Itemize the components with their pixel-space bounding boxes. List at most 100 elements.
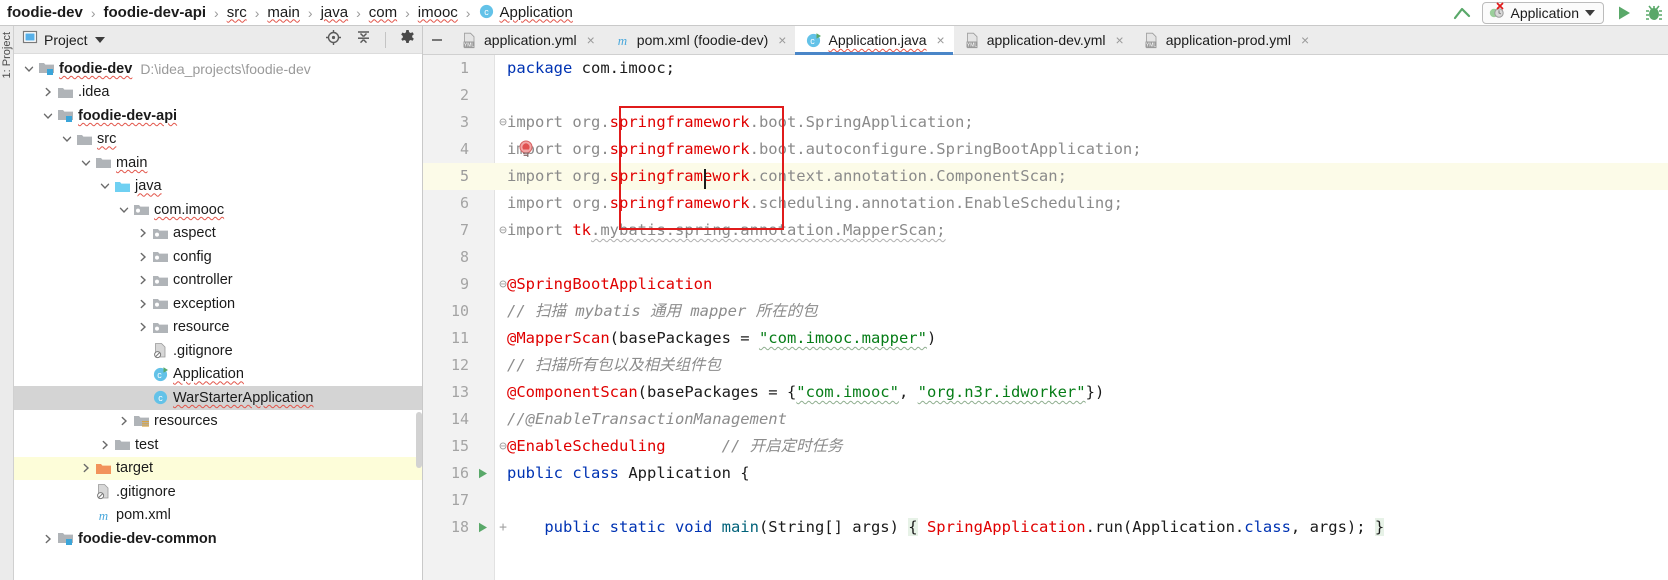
code-line-18[interactable]: 18 + public static void main(String[] arg… [423, 514, 1668, 541]
line-number: 14 [450, 410, 469, 428]
code-line-10[interactable]: 10 // 扫描 mybatis 通用 mapper 所在的包 [423, 298, 1668, 325]
chevron-right-icon[interactable] [134, 295, 152, 313]
chevron-right-icon[interactable] [96, 436, 114, 454]
breadcrumb-item-com[interactable]: com [366, 3, 400, 23]
chevron-down-icon[interactable] [77, 154, 95, 172]
code-editor[interactable]: 1 package com.imooc; 2 3 ⊖ import org.springf… [423, 55, 1668, 580]
chevron-down-icon[interactable] [20, 60, 38, 78]
code-line-12[interactable]: 12 // 扫描所有包以及相关组件包 [423, 352, 1668, 379]
code-line-11[interactable]: 11 @MapperScan(basePackages = "com.imooc.… [423, 325, 1668, 352]
code-line-9[interactable]: 9 ⊖ @SpringBootApplication [423, 271, 1668, 298]
close-icon[interactable]: × [937, 32, 945, 48]
tree-item-com-imooc[interactable]: com.imooc [14, 198, 422, 222]
chevron-down-icon[interactable] [94, 36, 105, 43]
breadcrumb-item-main[interactable]: main [264, 3, 303, 23]
arrow-up-icon[interactable] [1450, 3, 1472, 23]
code-line-8[interactable]: 8 [423, 244, 1668, 271]
editor-tab-application-prod-yml[interactable]: YML application-prod.yml × [1133, 26, 1318, 54]
code-line-5[interactable]: 5 import org.springframework.context.anno… [423, 163, 1668, 190]
chevron-right-icon[interactable] [39, 530, 57, 548]
close-icon[interactable]: × [1116, 32, 1124, 48]
tree-item-aspect[interactable]: aspect [14, 222, 422, 246]
tree-item-pom-xml[interactable]: m pom.xml [14, 504, 422, 528]
breadcrumb-item-foodie-dev[interactable]: foodie-dev [4, 3, 86, 23]
breadcrumb-item-imooc[interactable]: imooc [415, 3, 461, 23]
chevron-right-icon[interactable] [134, 271, 152, 289]
breadcrumb-item-foodie-dev-api[interactable]: foodie-dev-api [101, 3, 210, 23]
tree-item-foodie-dev-common[interactable]: foodie-dev-common [14, 527, 422, 551]
editor-tab-application-dev-yml[interactable]: YML application-dev.yml × [954, 26, 1133, 54]
code-line-3[interactable]: 3 ⊖ import org.springframework.boot.Spring… [423, 109, 1668, 136]
chevron-down-icon[interactable] [39, 107, 57, 125]
chevron-down-icon[interactable] [58, 130, 76, 148]
tree-item-resource[interactable]: resource [14, 316, 422, 340]
minimize-icon[interactable] [423, 26, 451, 54]
line-number: 8 [459, 248, 469, 266]
code-line-1[interactable]: 1 package com.imooc; [423, 55, 1668, 82]
tree-item-resources[interactable]: resources [14, 410, 422, 434]
debug-icon[interactable] [1644, 3, 1664, 23]
top-toolbar: foodie-dev › foodie-dev-api › src › main › java ›… [0, 0, 1668, 26]
sidebar-item-project-strip[interactable]: 1: Project [1, 32, 13, 78]
breadcrumb-item-application[interactable]: c Application [475, 3, 575, 23]
code-content[interactable]: 1 package com.imooc; 2 3 ⊖ import org.springf… [423, 55, 1668, 580]
line-number: 2 [459, 86, 469, 104]
tree-item-label: foodie-dev-common [78, 530, 217, 547]
tree-item-main[interactable]: main [14, 151, 422, 175]
gear-icon[interactable] [399, 29, 416, 51]
run-configuration-selector[interactable]: Application [1481, 1, 1604, 24]
tree-item-foodie-dev[interactable]: foodie-dev D:\idea_projects\foodie-dev [14, 57, 422, 81]
chevron-down-icon[interactable] [96, 177, 114, 195]
chevron-right-icon[interactable] [115, 412, 133, 430]
code-line-17[interactable]: 17 [423, 487, 1668, 514]
tree-item-java[interactable]: java [14, 175, 422, 199]
code-line-4[interactable]: 4 import org.springframework.boot.autocon… [423, 136, 1668, 163]
close-icon[interactable]: × [1301, 32, 1309, 48]
tree-item--gitignore[interactable]: .gitignore [14, 480, 422, 504]
tree-item--idea[interactable]: .idea [14, 81, 422, 105]
run-gutter-icon[interactable] [473, 460, 491, 487]
tree-item-foodie-dev-api[interactable]: foodie-dev-api [14, 104, 422, 128]
editor-tab-application-java[interactable]: c Application.java × [795, 26, 954, 55]
chevron-right-icon[interactable] [134, 318, 152, 336]
collapse-all-icon[interactable] [355, 29, 372, 51]
tree-item-label: src [97, 131, 117, 148]
code-line-6[interactable]: 6 import org.springframework.scheduling.a… [423, 190, 1668, 217]
code-line-13[interactable]: 13 @ComponentScan(basePackages = {"com.im… [423, 379, 1668, 406]
code-line-15[interactable]: 15 ⊖ @EnableScheduling // 开启定时任务 [423, 433, 1668, 460]
intention-bulb-icon[interactable] [518, 140, 534, 163]
line-number: 5 [459, 167, 469, 185]
code-line-7[interactable]: 7 ⊖ import tk.mybatis.spring.annotation.Ma… [423, 217, 1668, 244]
code-text: @ComponentScan(basePackages = {"com.imoo… [507, 383, 1105, 401]
locate-target-icon[interactable] [325, 29, 342, 51]
chevron-down-icon[interactable] [115, 201, 133, 219]
code-line-2[interactable]: 2 [423, 82, 1668, 109]
yml-file-icon: YML [964, 32, 981, 49]
run-icon[interactable] [1614, 3, 1634, 23]
tree-item-config[interactable]: config [14, 245, 422, 269]
tree-item-exception[interactable]: exception [14, 292, 422, 316]
chevron-right-icon[interactable] [134, 248, 152, 266]
tree-item-controller[interactable]: controller [14, 269, 422, 293]
run-gutter-icon[interactable] [473, 514, 491, 541]
tree-item-warstarterapplication[interactable]: c WarStarterApplication [14, 386, 422, 410]
tree-item--gitignore[interactable]: .gitignore [14, 339, 422, 363]
tree-item-src[interactable]: src [14, 128, 422, 152]
chevron-down-icon[interactable] [1585, 9, 1595, 16]
tree-item-application[interactable]: c Application [14, 363, 422, 387]
chevron-right-icon[interactable] [134, 224, 152, 242]
code-line-14[interactable]: 14 //@EnableTransactionManagement [423, 406, 1668, 433]
code-line-16[interactable]: 16 public class Application { [423, 460, 1668, 487]
editor-tab-application-yml[interactable]: YML application.yml × [451, 26, 604, 54]
chevron-right-icon[interactable] [77, 459, 95, 477]
editor-tab-pom-xml-foodie-dev-[interactable]: m pom.xml (foodie-dev) × [604, 26, 796, 54]
close-icon[interactable]: × [778, 32, 786, 48]
code-text: @EnableScheduling // 开启定时任务 [507, 437, 843, 455]
tree-item-test[interactable]: test [14, 433, 422, 457]
breadcrumb-item-java[interactable]: java [318, 3, 352, 23]
chevron-right-icon[interactable] [39, 83, 57, 101]
project-panel-scrollbar[interactable] [416, 412, 422, 468]
breadcrumb-item-src[interactable]: src [224, 3, 250, 23]
tree-item-target[interactable]: target [14, 456, 422, 480]
close-icon[interactable]: × [587, 32, 595, 48]
